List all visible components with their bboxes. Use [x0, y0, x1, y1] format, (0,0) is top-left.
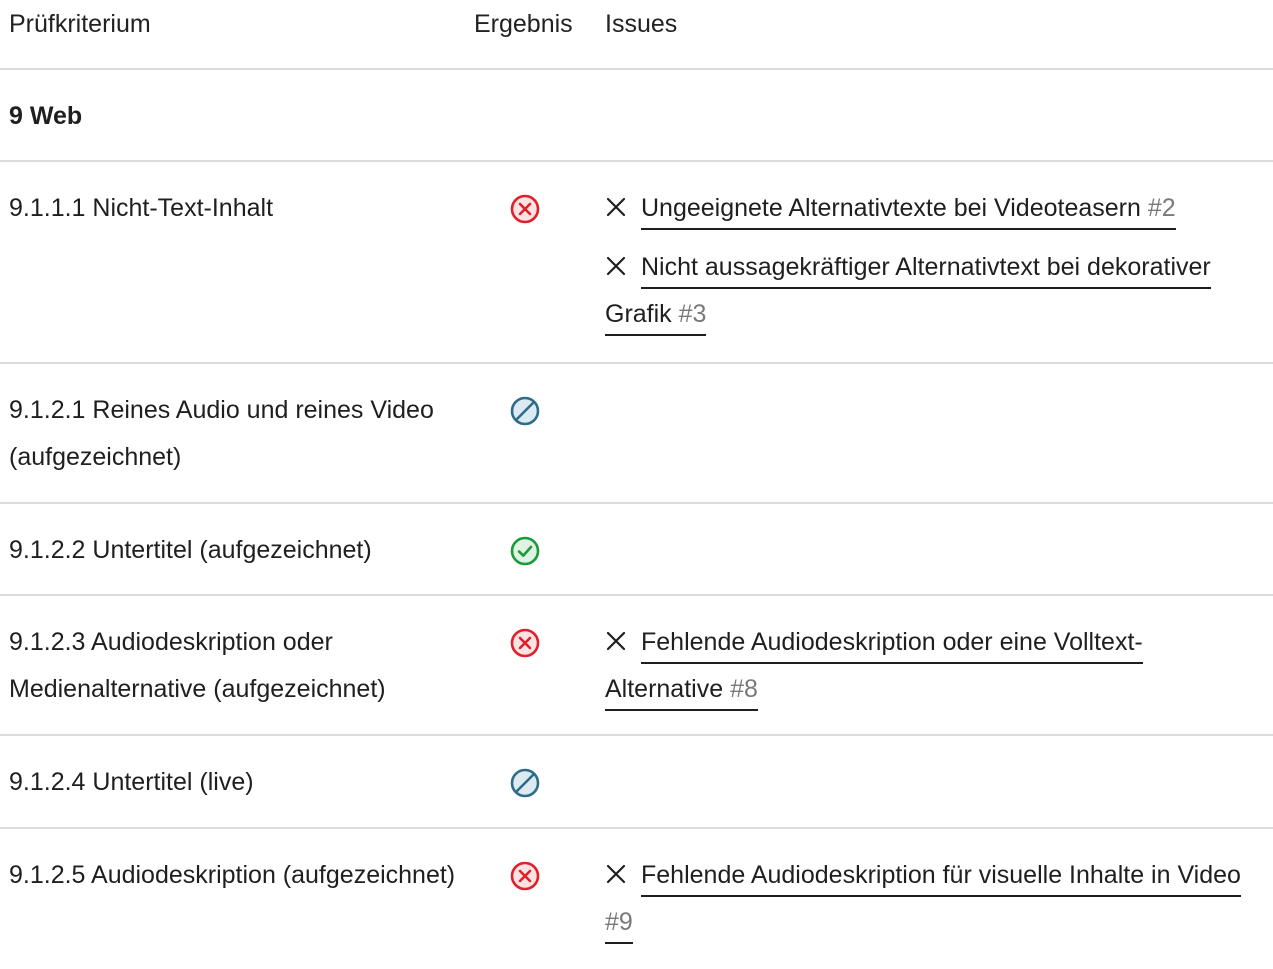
ban-icon [510, 396, 540, 426]
table-row: 9.1.1.1 Nicht-Text-Inhalt Ungeeignete Al… [0, 162, 1273, 364]
criterion-label: 9.1.1.1 Nicht-Text-Inhalt [9, 194, 274, 222]
table-row: 9.1.2.5 Audiodeskription (aufgezeichnet)… [0, 829, 1273, 969]
issues-cell [605, 759, 1273, 827]
table-header: Prüfkriterium Ergebnis Issues [0, 0, 1273, 70]
issue-link[interactable]: Nicht aussagekräftiger Alternativtext be… [605, 253, 1211, 336]
issues-cell [605, 387, 1273, 502]
header-result: Ergebnis [474, 10, 573, 38]
close-icon [606, 631, 626, 651]
issue-list: Ungeeignete Alternativtexte bei Videotea… [605, 185, 1245, 338]
issue-link[interactable]: Ungeeignete Alternativtexte bei Videotea… [641, 194, 1176, 230]
result-cell [474, 387, 605, 502]
section-row: 9 Web [0, 70, 1273, 162]
result-cell [474, 527, 605, 594]
issue-link[interactable]: Fehlende Audiodeskription oder eine Voll… [605, 628, 1143, 711]
table-row: 9.1.2.4 Untertitel (live) [0, 736, 1273, 829]
close-icon [606, 864, 626, 884]
list-item: Nicht aussagekräftiger Alternativtext be… [605, 244, 1245, 338]
criterion-label: 9.1.2.1 Reines Audio und reines Video (a… [9, 396, 434, 471]
issue-list: Fehlende Audiodeskription für visuelle I… [605, 852, 1245, 946]
issue-list: Fehlende Audiodeskription oder eine Voll… [605, 619, 1245, 713]
issues-cell: Fehlende Audiodeskription oder eine Voll… [605, 619, 1273, 734]
issue-link[interactable]: Fehlende Audiodeskription für visuelle I… [605, 861, 1241, 944]
issue-title: Fehlende Audiodeskription oder eine Voll… [605, 628, 1143, 703]
issue-number: #3 [678, 300, 707, 328]
table-row: 9.1.2.1 Reines Audio und reines Video (a… [0, 364, 1273, 504]
issue-number: #8 [730, 675, 758, 703]
table-row: 9.1.2.3 Audiodeskription oder Medienalte… [0, 596, 1273, 736]
list-item: Fehlende Audiodeskription oder eine Voll… [605, 619, 1245, 713]
issues-cell: Ungeeignete Alternativtexte bei Videotea… [605, 185, 1273, 362]
result-cell [474, 852, 605, 969]
x-circle-icon [510, 861, 540, 891]
issues-cell [605, 527, 1273, 594]
header-criterion: Prüfkriterium [9, 10, 151, 38]
criterion-label: 9.1.2.2 Untertitel (aufgezeichnet) [9, 536, 372, 564]
criterion-label: 9.1.2.5 Audiodeskription (aufgezeichnet) [9, 861, 456, 889]
criteria-table: Prüfkriterium Ergebnis Issues 9 Web 9.1.… [0, 0, 1273, 969]
check-circle-icon [510, 536, 540, 566]
close-icon [606, 197, 626, 217]
criterion-label: 9.1.2.4 Untertitel (live) [9, 768, 254, 796]
list-item: Ungeeignete Alternativtexte bei Videotea… [605, 185, 1245, 232]
criterion-label: 9.1.2.3 Audiodeskription oder Medienalte… [9, 628, 386, 703]
x-circle-icon [510, 628, 540, 658]
x-circle-icon [510, 194, 540, 224]
list-item: Fehlende Audiodeskription für visuelle I… [605, 852, 1245, 946]
result-cell [474, 619, 605, 734]
ban-icon [510, 768, 540, 798]
result-cell [474, 185, 605, 362]
issue-number: #9 [605, 908, 633, 936]
section-title: 9 Web [9, 102, 83, 130]
issues-cell: Fehlende Audiodeskription für visuelle I… [605, 852, 1273, 969]
close-icon [606, 256, 626, 276]
issue-title: Fehlende Audiodeskription für visuelle I… [641, 861, 1241, 889]
header-issues: Issues [605, 10, 678, 38]
issue-number: #2 [1147, 194, 1176, 222]
result-cell [474, 759, 605, 827]
table-row: 9.1.2.2 Untertitel (aufgezeichnet) [0, 504, 1273, 596]
issue-title: Ungeeignete Alternativtexte bei Videotea… [641, 194, 1141, 222]
